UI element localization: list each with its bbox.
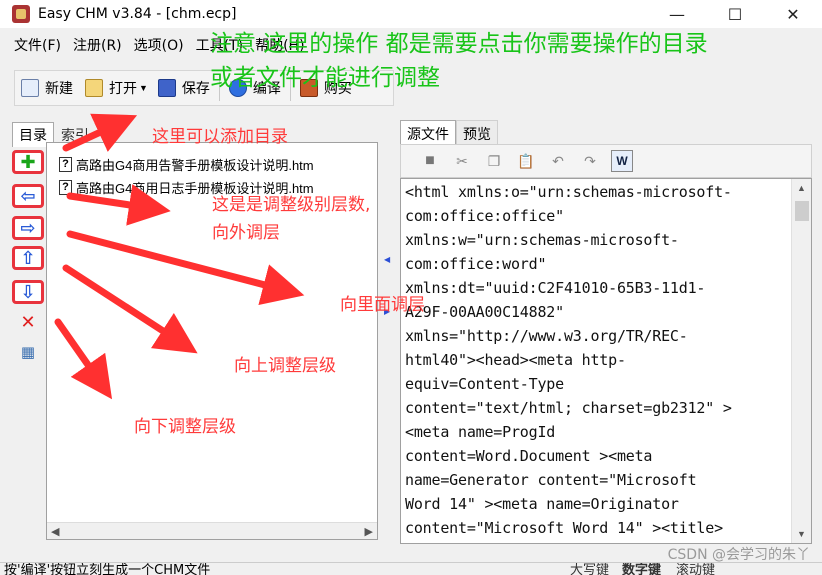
- word-wrap-button[interactable]: W: [611, 150, 633, 172]
- code-line: <meta name=ProgId: [405, 423, 556, 441]
- tree-horizontal-scrollbar[interactable]: ◀ ▶: [47, 522, 377, 539]
- status-bar: 按'编译'按钮立刻生成一个CHM文件 大写键 数字键 滚动键: [0, 562, 822, 575]
- arrow-right-icon: ⇨: [20, 217, 36, 238]
- tree-item-label: 高路由G4商用告警手册模板设计说明.htm: [76, 157, 314, 173]
- scroll-left-icon[interactable]: ◀: [51, 525, 59, 538]
- indent-button[interactable]: ⇨: [12, 216, 44, 240]
- status-message: 按'编译'按钮立刻生成一个CHM文件: [4, 563, 211, 575]
- note-warning-line2: 或者文件才能进行调整: [210, 65, 440, 91]
- tree-item[interactable]: ? 高路由G4商用告警手册模板设计说明.htm: [59, 155, 314, 173]
- code-line: content="Microsoft Word 14" ><title>: [405, 519, 723, 537]
- arrow-left-icon: ⇦: [20, 185, 36, 206]
- save-disk-icon: [157, 79, 176, 97]
- properties-button[interactable]: ▦: [12, 340, 44, 364]
- note-up: 向上调整层级: [234, 356, 336, 376]
- stop-button[interactable]: ■: [419, 150, 441, 172]
- menu-file[interactable]: 文件(F): [8, 35, 67, 55]
- delete-button[interactable]: ✕: [12, 310, 44, 334]
- arrow-down-icon: ⇩: [20, 281, 36, 302]
- code-line: equiv=Content-Type: [405, 375, 564, 393]
- code-line: xmlns:w="urn:schemas-microsoft-: [405, 231, 679, 249]
- side-toolbar: ✚ ⇦ ⇨ ⇧ ⇩ ✕ ▦: [10, 142, 46, 522]
- status-scroll: 滚动键: [676, 563, 716, 575]
- note-warning-line1: 注意 这里的操作 都是需要点击你需要操作的目录: [210, 31, 708, 57]
- editor-toolbar: ■ ✂ ❐ 📋 ↶ ↷ W: [400, 144, 812, 178]
- properties-icon: ▦: [20, 344, 36, 361]
- new-file-icon: [21, 79, 39, 97]
- code-line: xmlns:dt="uuid:C2F41010-65B3-11d1-: [405, 279, 706, 297]
- save-button[interactable]: 保存: [152, 73, 216, 103]
- paste-button[interactable]: 📋: [515, 150, 537, 172]
- note-down: 向下调整层级: [134, 417, 236, 437]
- tab-source[interactable]: 源文件: [400, 120, 456, 147]
- redo-button[interactable]: ↷: [579, 150, 601, 172]
- scrollbar-thumb[interactable]: [795, 201, 809, 221]
- plus-icon: ✚: [20, 151, 36, 172]
- copy-icon: ❐: [487, 152, 501, 169]
- editor-vertical-scrollbar[interactable]: ▲ ▼: [791, 179, 811, 543]
- code-line: content="text/html; charset=gb2312" >: [405, 399, 732, 417]
- help-document-icon: ?: [59, 156, 72, 172]
- open-button-label: 打开: [109, 81, 137, 97]
- code-line: <html xmlns:o="urn:schemas-microsoft-: [405, 183, 732, 201]
- open-dropdown-arrow-icon[interactable]: ▼: [139, 83, 148, 93]
- clipboard-icon: 📋: [517, 152, 535, 169]
- move-down-button[interactable]: ⇩: [12, 280, 44, 304]
- source-editor[interactable]: <html xmlns:o="urn:schemas-microsoft- co…: [400, 178, 812, 544]
- note-add-dir: 这里可以添加目录: [152, 127, 288, 147]
- maximize-button[interactable]: ☐: [706, 0, 764, 28]
- scroll-down-icon[interactable]: ▼: [797, 529, 806, 539]
- move-up-button[interactable]: ⇧: [12, 246, 44, 270]
- save-button-label: 保存: [181, 81, 210, 97]
- scroll-right-icon[interactable]: ▶: [365, 525, 373, 538]
- status-num: 数字键: [622, 563, 662, 575]
- cut-button[interactable]: ✂: [451, 150, 473, 172]
- help-document-icon: ?: [59, 179, 72, 195]
- scroll-up-icon[interactable]: ▲: [797, 183, 806, 193]
- code-line: com:office:word": [405, 255, 547, 273]
- code-line: xmlns="http://www.w3.org/TR/REC-: [405, 327, 688, 345]
- watermark: CSDN @会学习的朱丫: [667, 547, 810, 563]
- close-button[interactable]: ✕: [764, 0, 822, 28]
- delete-x-icon: ✕: [20, 311, 36, 332]
- undo-icon: ↶: [552, 152, 564, 169]
- copy-button[interactable]: ❐: [483, 150, 505, 172]
- stop-square-icon: ■: [425, 152, 435, 169]
- code-line: Word 14" ><meta name=Originator: [405, 495, 679, 513]
- code-line: content=Word.Document ><meta: [405, 447, 653, 465]
- app-icon: [12, 5, 30, 23]
- note-outdent: 向外调层: [212, 223, 280, 243]
- note-adjust-level: 这是是调整级别层数,: [212, 195, 371, 215]
- outdent-button[interactable]: ⇦: [12, 184, 44, 208]
- open-button[interactable]: 打开: [79, 73, 143, 103]
- tab-preview[interactable]: 预览: [456, 120, 498, 147]
- new-button-label: 新建: [45, 81, 73, 97]
- menu-options[interactable]: 选项(O): [128, 35, 190, 55]
- window-title: Easy CHM v3.84 - [chm.ecp]: [38, 6, 237, 22]
- menu-register[interactable]: 注册(R): [67, 35, 128, 55]
- undo-button[interactable]: ↶: [547, 150, 569, 172]
- new-button[interactable]: 新建: [15, 73, 79, 103]
- splitter-left-icon[interactable]: ◀: [384, 256, 392, 264]
- code-line: html40"><head><meta http-: [405, 351, 626, 369]
- right-panel-tabs: 源文件 预览: [400, 120, 498, 147]
- redo-icon: ↷: [584, 152, 596, 169]
- scissors-icon: ✂: [456, 152, 468, 169]
- word-wrap-icon: W: [616, 154, 628, 168]
- arrow-up-icon: ⇧: [20, 247, 36, 268]
- open-folder-icon: [85, 79, 103, 97]
- note-indent: 向里面调层: [340, 295, 425, 315]
- code-line: name=Generator content="Microsoft: [405, 471, 697, 489]
- status-caps: 大写键: [570, 563, 610, 575]
- code-line: A29F-00AA00C14882": [405, 303, 564, 321]
- add-topic-button[interactable]: ✚: [12, 150, 44, 174]
- code-line: com:office:office": [405, 207, 564, 225]
